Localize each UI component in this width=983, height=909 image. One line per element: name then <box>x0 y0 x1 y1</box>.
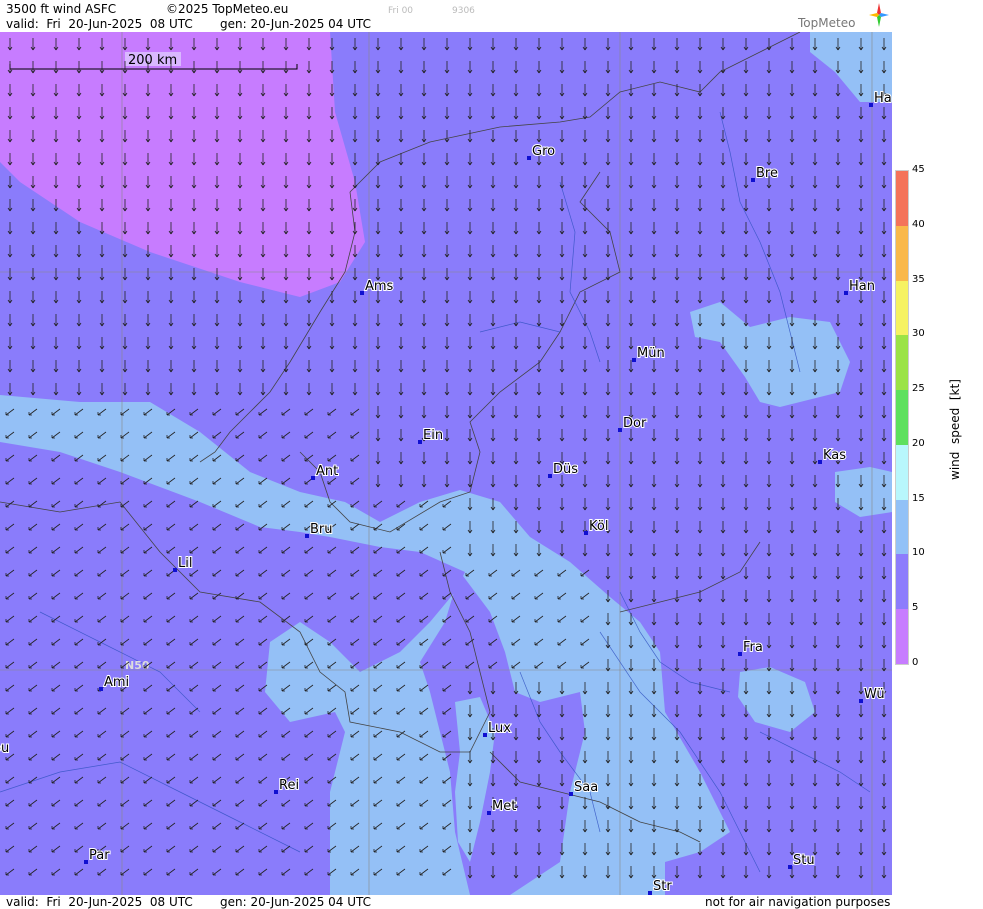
color-bar-segment <box>896 171 908 226</box>
city-marker <box>84 860 88 864</box>
city-label: Dor <box>623 416 647 431</box>
legend-tick-label: 30 <box>912 328 925 340</box>
city-label: Mün <box>637 346 665 361</box>
city-marker <box>618 428 622 432</box>
city-label: Ha <box>874 91 892 106</box>
city-label: Bre <box>756 166 778 181</box>
city-label: Kas <box>823 448 846 463</box>
legend-tick-label: 40 <box>912 218 925 230</box>
city-label: Ein <box>423 428 443 443</box>
legend-tick-label: 45 <box>912 164 925 175</box>
city-label: Met <box>492 799 516 814</box>
faint-day: Fri 00 <box>388 6 414 16</box>
chart-title: 3500 ft wind ASFC <box>6 2 117 16</box>
color-bar-segment <box>896 444 908 500</box>
city-marker <box>487 811 491 815</box>
brand-logo-text: TopMeteo <box>798 16 856 30</box>
city-marker <box>738 652 742 656</box>
city-label: Par <box>89 848 110 863</box>
legend-tick-label: 10 <box>912 547 925 559</box>
valid-time: valid: Fri 20-Jun-2025 08 UTC <box>6 17 193 31</box>
city-marker <box>311 476 315 480</box>
header: 3500 ft wind ASFC ©2025 TopMeteo.eu Fri … <box>0 0 892 32</box>
city-marker <box>869 103 873 107</box>
footer-generation-time: gen: 20-Jun-2025 04 UTC <box>220 895 372 909</box>
color-bar-segment <box>896 499 908 555</box>
color-bar-segment <box>896 390 908 445</box>
color-bar-segment <box>896 280 908 336</box>
legend-tick-label: 35 <box>912 273 925 285</box>
city-marker <box>527 156 531 160</box>
footer: valid: Fri 20-Jun-2025 08 UTC gen: 20-Ju… <box>0 895 892 909</box>
city-marker <box>818 460 822 464</box>
city-label: Str <box>653 879 672 894</box>
footer-disclaimer: not for air navigation purposes <box>705 895 891 909</box>
city-label: Lil <box>178 556 192 571</box>
copyright: ©2025 TopMeteo.eu <box>166 2 289 16</box>
city-label: ou <box>0 741 9 756</box>
city-label: Köl <box>589 519 608 534</box>
grid-label-n50: N50 <box>125 659 150 672</box>
legend-tick-label: 15 <box>912 492 925 504</box>
city-label: Ams <box>365 279 394 294</box>
generation-time: gen: 20-Jun-2025 04 UTC <box>220 17 372 31</box>
city-marker <box>173 568 177 572</box>
city-marker <box>360 291 364 295</box>
color-bar <box>895 170 909 665</box>
city-label: Fra <box>743 640 763 655</box>
legend-tick-label: 25 <box>912 383 925 395</box>
faint-id: 9306 <box>452 6 475 16</box>
city-marker <box>569 792 573 796</box>
city-marker <box>418 440 422 444</box>
color-bar-segment <box>896 335 908 391</box>
compass-logo-icon <box>869 3 889 27</box>
city-label: Ami <box>104 675 129 690</box>
city-marker <box>305 534 309 538</box>
color-bar-segment <box>896 609 908 664</box>
city-marker <box>788 865 792 869</box>
city-label: Lux <box>488 721 511 736</box>
city-marker <box>632 358 636 362</box>
city-label: Wü <box>864 687 885 702</box>
scale-bar-label: 200 km <box>128 53 177 68</box>
city-label: Bru <box>310 522 333 537</box>
legend-tick-label: 5 <box>912 602 919 614</box>
city-label: Düs <box>553 462 578 477</box>
city-label: Saa <box>574 780 598 795</box>
city-label: Ant <box>316 464 338 479</box>
wind-map: 200 km N50 Gro Bre Ha Ams Han Mün Ein Dor Kas Ant… <box>0 32 892 895</box>
city-marker <box>274 790 278 794</box>
city-marker <box>548 474 552 478</box>
city-marker <box>859 699 863 703</box>
footer-valid-time: valid: Fri 20-Jun-2025 08 UTC <box>6 895 193 909</box>
color-bar-segment <box>896 554 908 610</box>
city-label: Han <box>849 279 875 294</box>
city-marker <box>844 291 848 295</box>
color-bar-segment <box>896 225 908 281</box>
legend-axis-label: wind speed [kt] <box>948 379 962 480</box>
legend-tick-label: 0 <box>912 657 919 668</box>
city-label: Rei <box>279 778 299 793</box>
city-marker <box>751 178 755 182</box>
city-label: Gro <box>532 144 555 159</box>
legend: 45 40 35 30 25 20 15 10 5 0 wind speed [kt] <box>892 0 983 909</box>
city-marker <box>584 531 588 535</box>
city-marker <box>99 687 103 691</box>
legend-tick-label: 20 <box>912 437 925 449</box>
city-label: Stu <box>793 853 815 868</box>
city-marker <box>483 733 487 737</box>
